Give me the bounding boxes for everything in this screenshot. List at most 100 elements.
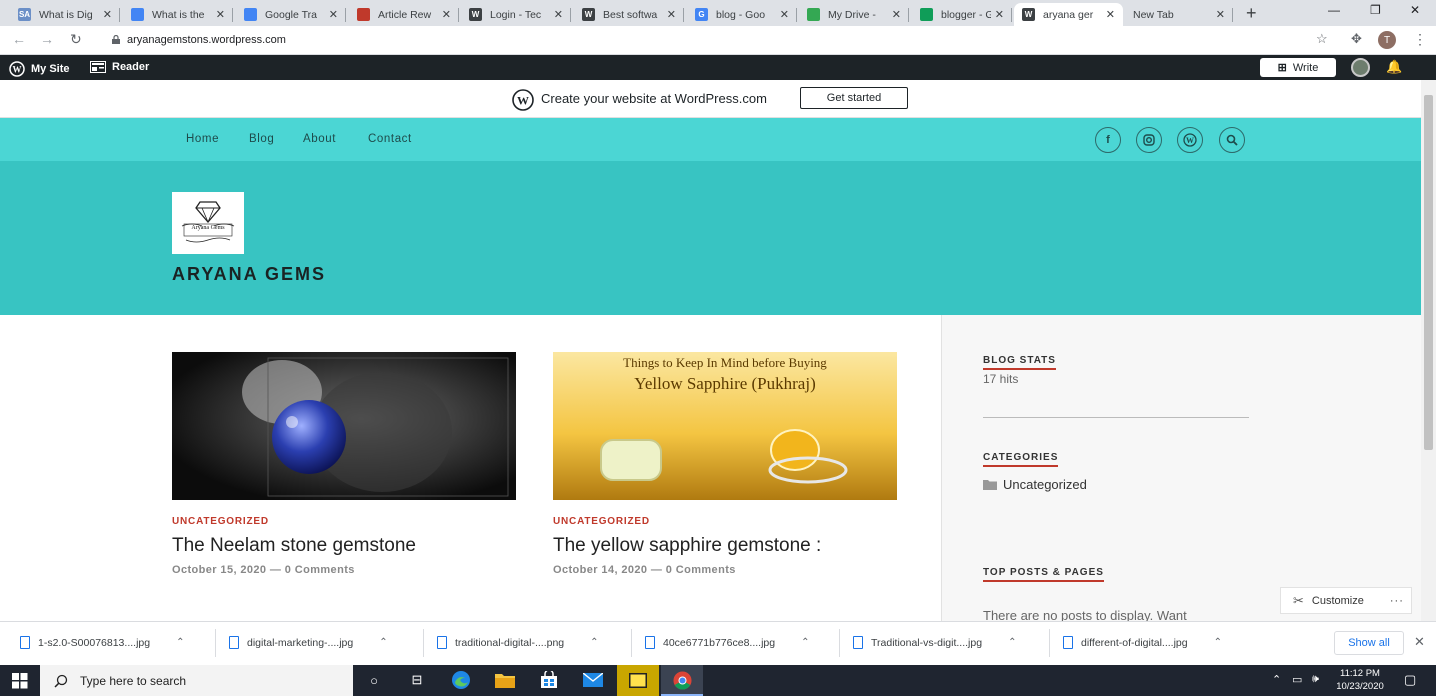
browser-tab[interactable]: SA What is Dig ✕ (10, 3, 120, 26)
browser-tab[interactable]: W Login - Tec ✕ (461, 3, 571, 26)
download-filename: Traditional-vs-digit....jpg (871, 636, 983, 649)
lock-icon (112, 35, 120, 44)
site-title[interactable]: ARYANA GEMS (172, 264, 326, 285)
mail-icon[interactable] (581, 669, 605, 691)
taskbar-search[interactable]: Type here to search (40, 665, 353, 696)
sticky-notes-app[interactable] (617, 665, 659, 696)
chevron-up-icon[interactable]: ⌃ (801, 637, 809, 648)
edge-icon[interactable] (449, 669, 473, 691)
new-tab-button[interactable]: + (1246, 3, 1257, 24)
post-1-meta[interactable]: October 15, 2020 — 0 Comments (172, 564, 355, 576)
chrome-app[interactable] (661, 665, 703, 696)
chevron-up-icon[interactable]: ⌃ (379, 637, 387, 648)
store-icon[interactable] (537, 669, 561, 691)
browser-tab[interactable]: W Best softwa ✕ (574, 3, 684, 26)
download-item[interactable]: digital-marketing-....jpg ⌃ (229, 636, 388, 649)
search-icon[interactable] (1219, 127, 1245, 153)
wordpress-icon: W (9, 61, 25, 77)
cortana-icon[interactable]: ○ (362, 669, 386, 691)
tab-close-icon[interactable]: ✕ (995, 8, 1004, 21)
volume-icon[interactable]: 🕪 (1312, 673, 1319, 686)
category-uncategorized[interactable]: Uncategorized (1003, 477, 1087, 492)
tab-close-icon[interactable]: ✕ (329, 8, 338, 21)
windows-start-icon[interactable] (12, 673, 28, 694)
chevron-up-icon[interactable]: ⌃ (590, 637, 598, 648)
file-explorer-icon[interactable] (493, 669, 517, 691)
browser-tab[interactable]: New Tab ✕ (1125, 3, 1233, 26)
nav-contact[interactable]: Contact (368, 133, 412, 145)
browser-tab[interactable]: Gblog - Goo ✕ (687, 3, 797, 26)
facebook-icon[interactable]: f (1095, 127, 1121, 153)
forward-icon[interactable]: → (40, 31, 54, 47)
show-all-button[interactable]: Show all (1334, 631, 1404, 655)
file-icon (853, 636, 863, 649)
site-logo[interactable]: Aryana Gems (172, 192, 244, 254)
write-button[interactable]: ⊞ Write (1260, 58, 1336, 77)
browser-tab[interactable]: Waryana ger ✕ (1014, 3, 1123, 26)
download-item[interactable]: 1-s2.0-S00076813....jpg ⌃ (20, 636, 184, 649)
download-filename: traditional-digital-....png (455, 636, 565, 649)
tab-close-icon[interactable]: ✕ (442, 8, 451, 21)
bookmark-star-icon[interactable]: ☆ (1316, 31, 1328, 47)
tab-close-icon[interactable]: ✕ (216, 8, 225, 21)
back-icon[interactable]: ← (12, 31, 26, 47)
browser-tab[interactable]: blogger - G ✕ (912, 3, 1012, 26)
customize-button[interactable]: ✂ Customize ··· (1280, 587, 1412, 614)
maximize-button[interactable]: ❐ (1370, 3, 1381, 17)
close-downloads-icon[interactable]: ✕ (1414, 634, 1425, 650)
notifications-bell-icon[interactable]: 🔔 (1386, 59, 1402, 75)
network-icon[interactable]: ▭ (1292, 673, 1302, 686)
nav-home[interactable]: Home (186, 133, 219, 145)
address-bar[interactable]: aryanagemstons.wordpress.com (127, 34, 286, 46)
tab-close-icon[interactable]: ✕ (667, 8, 676, 21)
post-2-title[interactable]: The yellow sapphire gemstone : (553, 535, 821, 557)
download-item[interactable]: traditional-digital-....png ⌃ (437, 636, 599, 649)
tab-close-icon[interactable]: ✕ (103, 8, 112, 21)
post-1-title[interactable]: The Neelam stone gemstone (172, 535, 416, 557)
profile-avatar[interactable]: T (1378, 31, 1396, 49)
browser-tab[interactable]: Google Tra ✕ (236, 3, 346, 26)
reload-icon[interactable]: ↻ (70, 31, 82, 48)
chevron-up-icon[interactable]: ⌃ (1008, 637, 1016, 648)
post-2-meta[interactable]: October 14, 2020 — 0 Comments (553, 564, 736, 576)
taskbar-clock[interactable]: 11:12 PM 10/23/2020 (1330, 667, 1390, 693)
download-filename: 1-s2.0-S00076813....jpg (38, 636, 151, 649)
more-icon: ··· (1389, 594, 1404, 607)
download-item[interactable]: different-of-digital....jpg ⌃ (1063, 636, 1222, 649)
tab-close-icon[interactable]: ✕ (554, 8, 563, 21)
notification-center-icon[interactable]: ▢ (1404, 672, 1416, 688)
close-window-button[interactable]: ✕ (1410, 3, 1420, 17)
download-item[interactable]: Traditional-vs-digit....jpg ⌃ (853, 636, 1016, 649)
tab-close-icon[interactable]: ✕ (1106, 8, 1115, 21)
instagram-icon[interactable] (1136, 127, 1162, 153)
chevron-up-icon[interactable]: ⌃ (176, 637, 184, 648)
tab-close-icon[interactable]: ✕ (780, 8, 789, 21)
categories-title: CATEGORIES (983, 452, 1059, 467)
get-started-button[interactable]: Get started (800, 87, 908, 109)
post-1-category[interactable]: UNCATEGORIZED (172, 516, 269, 527)
minimize-button[interactable]: — (1328, 3, 1340, 17)
show-hidden-icons[interactable]: ⌃ (1272, 673, 1281, 686)
tab-close-icon[interactable]: ✕ (1216, 8, 1225, 21)
download-separator (631, 629, 632, 657)
nav-blog[interactable]: Blog (249, 133, 274, 145)
download-item[interactable]: 40ce6771b776ce8....jpg ⌃ (645, 636, 810, 649)
browser-menu-icon[interactable]: ⋮ (1413, 31, 1427, 48)
chevron-up-icon[interactable]: ⌃ (1214, 637, 1222, 648)
user-avatar[interactable] (1351, 58, 1370, 77)
post-1-image[interactable] (172, 352, 516, 500)
browser-tab[interactable]: What is the ✕ (123, 3, 233, 26)
post-2-image[interactable]: Things to Keep In Mind before Buying Yel… (553, 352, 897, 500)
browser-tab[interactable]: My Drive - ✕ (799, 3, 909, 26)
extensions-icon[interactable]: ✥ (1351, 31, 1362, 47)
tab-title: My Drive - (828, 8, 876, 21)
my-site-link[interactable]: W My Site (9, 61, 70, 77)
task-view-icon[interactable]: ⊟ (405, 669, 429, 691)
tab-close-icon[interactable]: ✕ (892, 8, 901, 21)
browser-tab[interactable]: Article Rew ✕ (349, 3, 459, 26)
scrollbar-thumb[interactable] (1424, 95, 1433, 450)
wordpress-social-icon[interactable]: W (1177, 127, 1203, 153)
reader-link[interactable]: Reader (90, 61, 149, 73)
post-2-category[interactable]: UNCATEGORIZED (553, 516, 650, 527)
nav-about[interactable]: About (303, 133, 336, 145)
